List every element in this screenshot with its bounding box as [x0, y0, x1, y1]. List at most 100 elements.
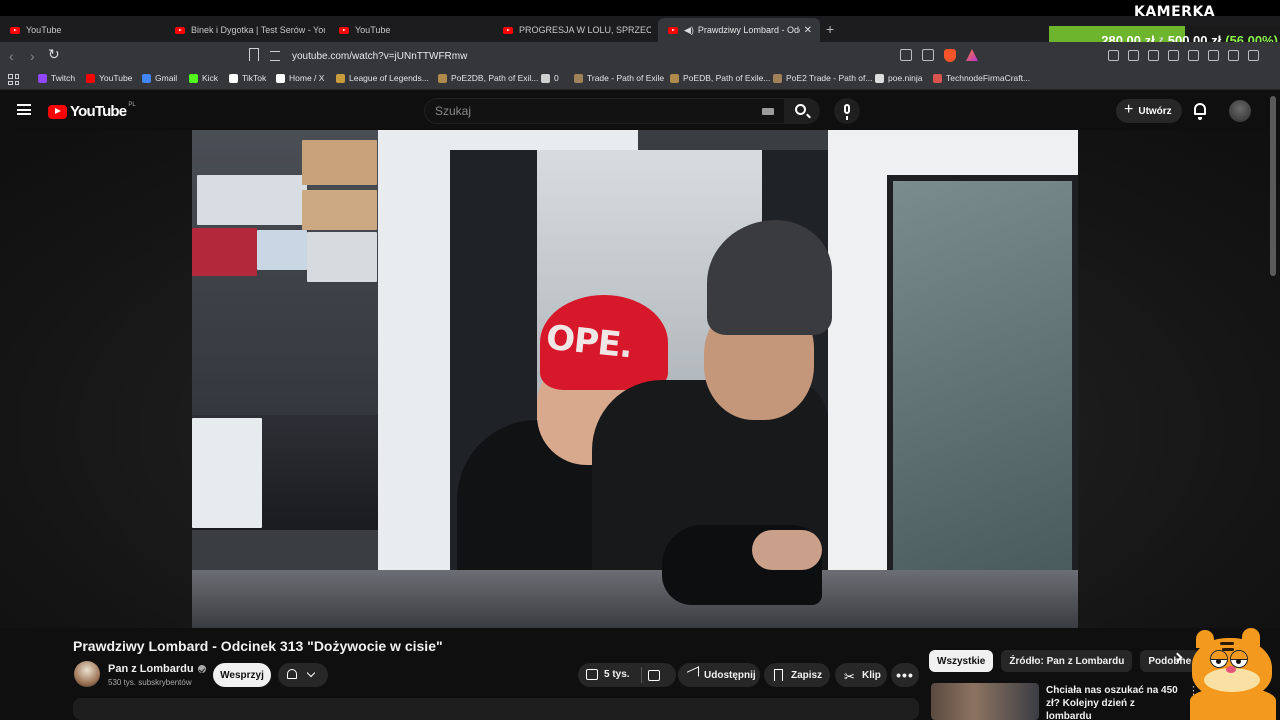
share-label: Udostępnij [704, 669, 756, 681]
save-button[interactable]: Zapisz [764, 663, 830, 687]
twitch-icon [38, 73, 47, 83]
reload-icon[interactable]: ↻ [48, 46, 60, 63]
tfc-icon [933, 73, 942, 83]
youtube-favicon-icon [668, 26, 678, 34]
brave-shields-icon[interactable] [944, 49, 956, 62]
scissors-icon: ✂ [844, 669, 855, 684]
dislike-button[interactable] [648, 670, 660, 681]
back-arrow-icon[interactable]: ‹ [9, 48, 14, 64]
youtube-favicon-icon [10, 26, 20, 34]
bookmark-technodefirmacraft[interactable]: TechnodeFirmaCraft... [933, 73, 1030, 83]
bookmark-trade-path-of-exile[interactable]: Trade - Path of Exile [574, 73, 664, 83]
bookmark-icon[interactable] [249, 48, 259, 61]
support-button[interactable]: Wesprzyj [213, 663, 271, 687]
new-tab-icon[interactable]: + [826, 21, 834, 37]
bookmark-poe2db-path-of-exil[interactable]: PoE2DB, Path of Exil... [438, 73, 538, 83]
bookmark-label: TechnodeFirmaCraft... [946, 73, 1031, 83]
youtube-logo-text: YouTube [70, 103, 127, 120]
overlay-title: KAMERKA [1134, 4, 1216, 20]
like-divider [641, 667, 642, 683]
bookmark-tiktok[interactable]: TikTok [229, 73, 266, 83]
notifications-bell-icon[interactable] [1194, 103, 1206, 120]
poedb-icon [670, 73, 679, 83]
search-button[interactable] [784, 98, 820, 124]
browser-tab-active[interactable]: ◀) Prawdziwy Lombard - Odcinek 313 ✕ [658, 18, 820, 42]
speaker-icon[interactable]: ◀) [684, 25, 694, 36]
clip-button[interactable]: ✂ Klip [835, 663, 887, 687]
close-tab-icon[interactable]: ✕ [804, 25, 812, 36]
extension-icon[interactable] [1148, 50, 1159, 61]
chip-source[interactable]: Źródło: Pan z Lombardu [1001, 650, 1133, 672]
forward-arrow-icon[interactable]: › [30, 48, 35, 64]
apps-grid-icon[interactable] [8, 74, 19, 85]
poe-icon [773, 73, 782, 83]
plus-icon: + [1124, 101, 1134, 118]
site-info-icon[interactable] [270, 51, 280, 61]
menu-icon[interactable] [17, 104, 31, 115]
more-actions-button[interactable]: ••• [891, 663, 919, 687]
bookmark-label: poe.ninja [888, 73, 923, 83]
bookmark-poe-ninja[interactable]: poe.ninja [875, 73, 923, 83]
like-count[interactable]: 5 tys. [604, 669, 630, 680]
recommendation-title[interactable]: Chciała nas oszukać na 450 zł? Kolejny d… [1046, 684, 1181, 720]
bookmark-home-x[interactable]: Home / X [276, 73, 324, 83]
create-button[interactable]: + Utwórz [1116, 99, 1182, 123]
ninja-icon [875, 73, 884, 83]
bookmark-league-of-legends[interactable]: League of Legends... [336, 73, 429, 83]
bookmark-youtube[interactable]: YouTube [86, 73, 132, 83]
channel-name-row[interactable]: Pan z Lombardu [108, 663, 206, 675]
video-scene-box [302, 140, 377, 185]
video-scene-box [192, 228, 257, 276]
bookmark-label: Trade - Path of Exile [587, 73, 665, 83]
bookmark-label: TikTok [242, 73, 267, 83]
video-scene-counter [192, 570, 1078, 628]
browser-tab[interactable]: YouTube [0, 18, 165, 42]
like-button[interactable] [586, 669, 598, 680]
bookmark-twitch[interactable]: Twitch [38, 73, 75, 83]
extension-icon[interactable] [1208, 50, 1219, 61]
voice-search-button[interactable] [834, 98, 860, 124]
video-player[interactable]: OPE. [192, 130, 1078, 628]
address-bar[interactable]: youtube.com/watch?v=jUNnTTWFRmw [270, 46, 990, 66]
share-button[interactable]: Udostępnij [678, 663, 760, 687]
extension-icon[interactable] [1128, 50, 1139, 61]
tiktok-icon [229, 73, 238, 83]
bookmark-label: League of Legends... [349, 73, 429, 83]
page-scrollbar[interactable] [1270, 96, 1276, 276]
description-box[interactable] [73, 698, 919, 720]
extension-icon[interactable] [1108, 50, 1119, 61]
bookmark-0[interactable]: 0 [541, 73, 559, 83]
brave-rewards-icon[interactable] [966, 49, 978, 61]
account-avatar[interactable] [1229, 100, 1251, 122]
subscription-notifications-button[interactable] [278, 663, 328, 687]
channel-avatar[interactable] [74, 661, 100, 687]
channel-name[interactable]: Pan z Lombardu [108, 663, 194, 675]
share-page-icon[interactable] [922, 49, 934, 61]
extension-icon[interactable] [1188, 50, 1199, 61]
bookmark-label: Twitch [51, 73, 76, 83]
tab-title: PROGRESJA W LOLU, SPRZECZKI Z RI [519, 25, 651, 35]
tab-title: Prawdziwy Lombard - Odcinek 313 [697, 25, 800, 35]
youtube-play-logo-icon [48, 104, 67, 119]
extension-icon[interactable] [1168, 50, 1179, 61]
chip-all[interactable]: Wszystkie [929, 650, 994, 672]
save-label: Zapisz [791, 669, 823, 681]
recommendation-thumbnail[interactable] [931, 683, 1039, 720]
browser-tab[interactable]: Binek i Dygotka | Test Serów - YouTube [165, 18, 325, 42]
keyboard-icon[interactable] [762, 108, 774, 115]
youtube-logo[interactable]: YouTube PL [48, 102, 136, 120]
bookmark-gmail[interactable]: Gmail [142, 73, 177, 83]
bookmark-kick[interactable]: Kick [189, 73, 218, 83]
extension-icon[interactable] [1248, 50, 1259, 61]
bookmark-poe2-trade-path-of[interactable]: PoE2 Trade - Path of... [773, 73, 872, 83]
browser-tab[interactable]: PROGRESJA W LOLU, SPRZECZKI Z RI [493, 18, 651, 42]
window-top-strip [0, 0, 1280, 16]
search-box[interactable] [424, 98, 784, 124]
cast-icon[interactable] [900, 49, 912, 61]
x-icon [276, 73, 285, 83]
extension-icon[interactable] [1228, 50, 1239, 61]
url-text[interactable]: youtube.com/watch?v=jUNnTTWFRmw [292, 51, 467, 62]
search-input[interactable] [425, 99, 745, 123]
browser-tab[interactable]: YouTube [329, 18, 489, 42]
bookmark-poedb-path-of-exile[interactable]: PoEDB, Path of Exile... [670, 73, 770, 83]
